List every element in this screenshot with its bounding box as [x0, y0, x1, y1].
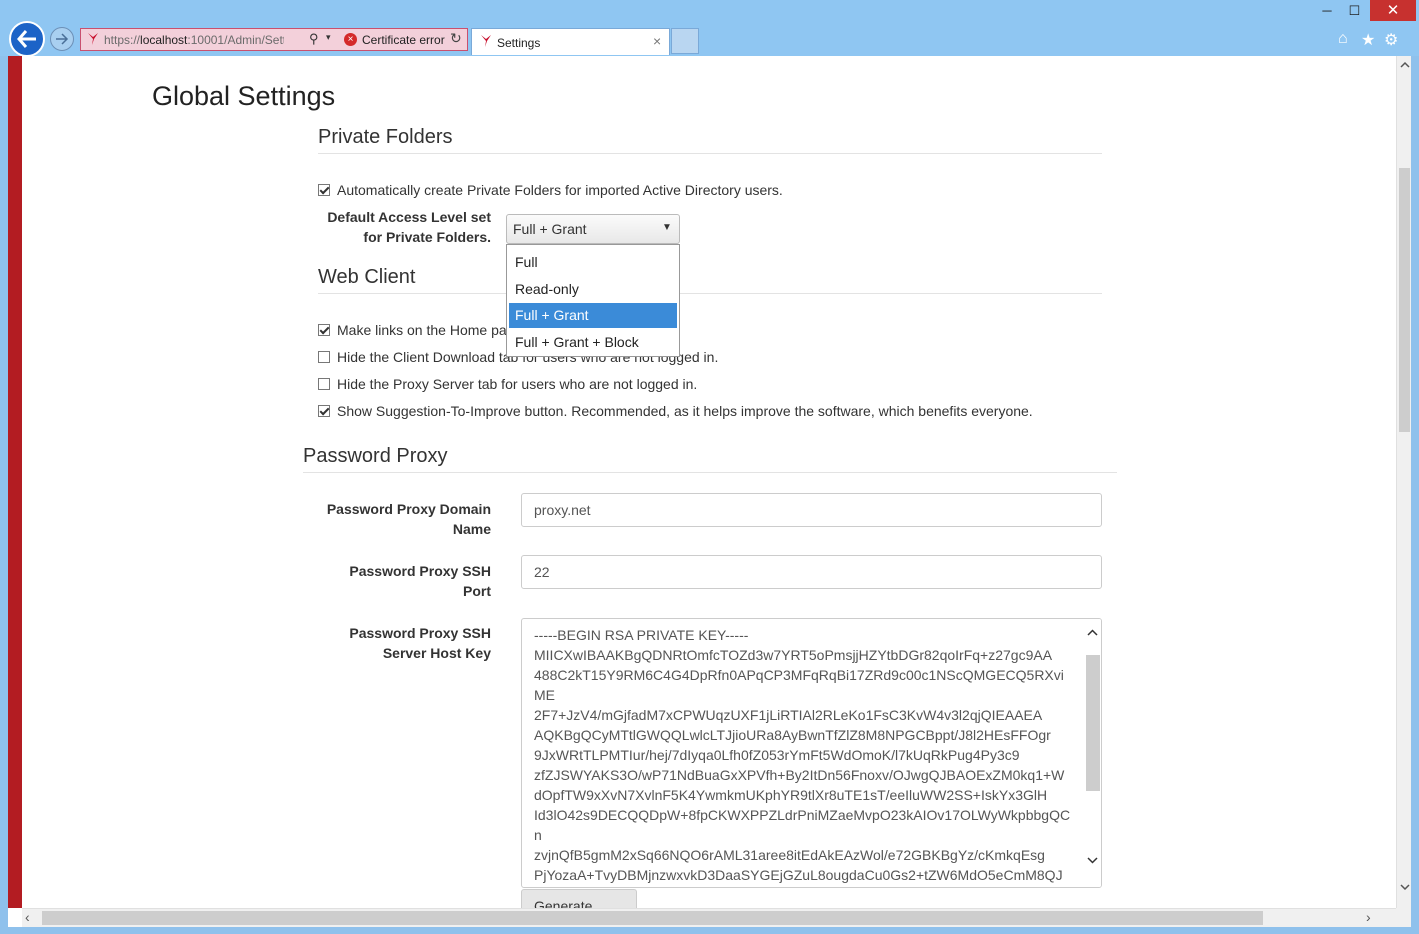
horizontal-scroll-thumb[interactable]: [42, 911, 1263, 925]
maximize-button[interactable]: ☐: [1341, 0, 1368, 21]
forward-button[interactable]: [50, 27, 74, 51]
refresh-icon[interactable]: ↻: [450, 30, 462, 47]
host-key-textarea[interactable]: -----BEGIN RSA PRIVATE KEY----- MIICXwIB…: [521, 618, 1102, 888]
settings-gear-icon[interactable]: ⚙: [1384, 30, 1398, 50]
minimize-button[interactable]: ─: [1313, 0, 1341, 21]
section-divider: [318, 293, 1102, 294]
home-icon[interactable]: ⌂: [1338, 30, 1348, 48]
host-key-line: zvjnQfB5gmM2xSq66NQO6rAML31aree8itEdAkEA…: [534, 847, 1045, 863]
access-level-label-line2: for Private Folders.: [363, 229, 491, 245]
arrow-right-icon: [56, 33, 69, 45]
tab-settings[interactable]: Settings ×: [471, 28, 670, 55]
host-key-line: ME: [534, 687, 555, 703]
tab-favicon-icon: [481, 35, 491, 47]
proxy-domain-label: Password Proxy Domain Name: [291, 499, 491, 539]
textarea-scroll-thumb[interactable]: [1086, 655, 1100, 791]
host-key-line: 9JxWRtTLPMTIur/hej/7dIyqa0Lfh0fZ053rYmFt…: [534, 747, 1020, 763]
web-client-checkbox[interactable]: [318, 324, 330, 336]
host-key-line: n: [534, 827, 542, 843]
url-prefix: https://: [104, 33, 141, 47]
access-level-dropdown: Full Read-only Full + Grant Full + Grant…: [506, 244, 680, 357]
url-host: localhost: [140, 33, 188, 47]
proxy-domain-label-line2: Name: [452, 521, 491, 537]
back-button[interactable]: [9, 21, 45, 57]
tab-close-icon[interactable]: ×: [653, 33, 661, 49]
proxy-port-label-line2: Port: [463, 583, 491, 599]
access-level-label-line1: Default Access Level set: [327, 209, 491, 225]
site-logo-icon: [88, 33, 98, 45]
web-client-checkbox[interactable]: [318, 405, 330, 417]
address-bar[interactable]: https://localhost:10001/Admin/Settin ⚲ ▾…: [80, 28, 468, 51]
scrollbar-corner: [1396, 908, 1411, 927]
page-title: Global Settings: [152, 81, 336, 111]
tab-title: Settings: [497, 36, 541, 50]
scroll-left-icon[interactable]: ‹: [25, 909, 30, 925]
vertical-scroll-thumb[interactable]: [1399, 168, 1410, 432]
address-dropdown-icon[interactable]: ▾: [326, 32, 331, 43]
proxy-port-label: Password Proxy SSH Port: [291, 561, 491, 601]
textarea-scrollbar[interactable]: [1085, 619, 1101, 887]
url-path: :10001/Admin/Settin: [187, 33, 284, 47]
web-client-option-label: Hide the Proxy Server tab for users who …: [337, 376, 698, 392]
auto-create-label: Automatically create Private Folders for…: [337, 182, 783, 198]
favorites-icon[interactable]: ★: [1361, 30, 1375, 50]
host-key-label: Password Proxy SSH Server Host Key: [291, 623, 491, 663]
private-folders-heading: Private Folders: [318, 126, 453, 148]
auto-create-checkbox[interactable]: [318, 184, 330, 196]
proxy-port-label-line1: Password Proxy SSH: [349, 563, 491, 579]
access-level-select[interactable]: Full + Grant ▼: [506, 214, 680, 244]
proxy-domain-input[interactable]: proxy.net: [521, 493, 1102, 527]
access-level-label: Default Access Level set for Private Fol…: [291, 207, 491, 247]
host-key-label-line1: Password Proxy SSH: [349, 625, 491, 641]
scroll-right-icon[interactable]: ›: [1366, 909, 1371, 925]
brand-side-bar: [8, 56, 22, 908]
host-key-line: PjYozaA+TvyDBMjnzwxvkD3DaaSYGEjGZuL8ougd…: [534, 867, 1063, 883]
option-full-grant[interactable]: Full + Grant: [509, 303, 677, 328]
chevron-up-icon[interactable]: [1087, 627, 1098, 639]
horizontal-scrollbar[interactable]: ‹ ›: [22, 908, 1396, 927]
password-proxy-heading: Password Proxy: [303, 445, 448, 467]
option-full-grant-block[interactable]: Full + Grant + Block: [509, 330, 677, 355]
web-client-option-label: Make links on the Home pa: [337, 322, 507, 338]
certificate-error-label[interactable]: Certificate error: [362, 33, 445, 47]
proxy-domain-label-line1: Password Proxy Domain: [326, 501, 491, 517]
web-client-checkbox[interactable]: [318, 351, 330, 363]
host-key-line: dOpfTW9xXvN7XvlnF5K4YwmkmUKphYR9tlXr8uTE…: [534, 787, 1048, 803]
chevron-down-icon: ▼: [662, 222, 672, 233]
scroll-up-icon[interactable]: [1400, 60, 1410, 71]
address-url: https://localhost:10001/Admin/Settin: [104, 33, 284, 47]
new-tab-button[interactable]: [671, 28, 699, 54]
section-divider: [303, 472, 1117, 473]
web-client-option-label: Show Suggestion-To-Improve button. Recom…: [337, 403, 1033, 419]
host-key-line: -----BEGIN RSA PRIVATE KEY-----: [534, 627, 749, 643]
page-viewport: Global Settings Private Folders Automati…: [8, 56, 1411, 927]
option-full[interactable]: Full: [509, 250, 677, 275]
certificate-error-icon[interactable]: ×: [344, 33, 357, 46]
host-key-line: 488C2kT15Y9RM6C4G4DpRfn0APqCP3MFqRqBi17Z…: [534, 667, 1064, 683]
chevron-down-icon[interactable]: [1087, 855, 1098, 867]
section-divider: [318, 153, 1102, 154]
host-key-line: AQKBgQCyMTtlGWQQLwlcLTJjioURa8AyBwnTfZlZ…: [534, 727, 1051, 743]
host-key-line: MIICXwIBAAKBgQDNRtOmfcTOZd3w7YRT5oPmsjjH…: [534, 647, 1053, 663]
host-key-text: -----BEGIN RSA PRIVATE KEY----- MIICXwIB…: [534, 625, 1074, 885]
host-key-line: Id3lO42s9DECQQDpW+8fpCKWXPPZLdrPniMZaeMv…: [534, 807, 1071, 823]
access-level-selected: Full + Grant: [513, 221, 587, 237]
window-close-button[interactable]: ✕: [1370, 0, 1416, 21]
vertical-scrollbar[interactable]: [1396, 56, 1411, 908]
search-icon[interactable]: ⚲: [309, 31, 319, 47]
browser-chrome: https://localhost:10001/Admin/Settin ⚲ ▾…: [0, 0, 1419, 57]
scroll-down-icon[interactable]: [1400, 883, 1410, 894]
web-client-checkbox[interactable]: [318, 378, 330, 390]
web-client-heading: Web Client: [318, 266, 416, 288]
arrow-left-icon: [17, 30, 36, 48]
option-read-only[interactable]: Read-only: [509, 277, 677, 302]
proxy-port-input[interactable]: 22: [521, 555, 1102, 589]
host-key-line: 2F7+JzV4/mGjfadM7xCPWUqzUXF1jLiRTIAl2RLe…: [534, 707, 1043, 723]
host-key-line: zfZJSWYAKS3O/wP71NdBuaGxXPVfh+By2ItDn56F…: [534, 767, 1065, 783]
host-key-label-line2: Server Host Key: [382, 645, 491, 661]
